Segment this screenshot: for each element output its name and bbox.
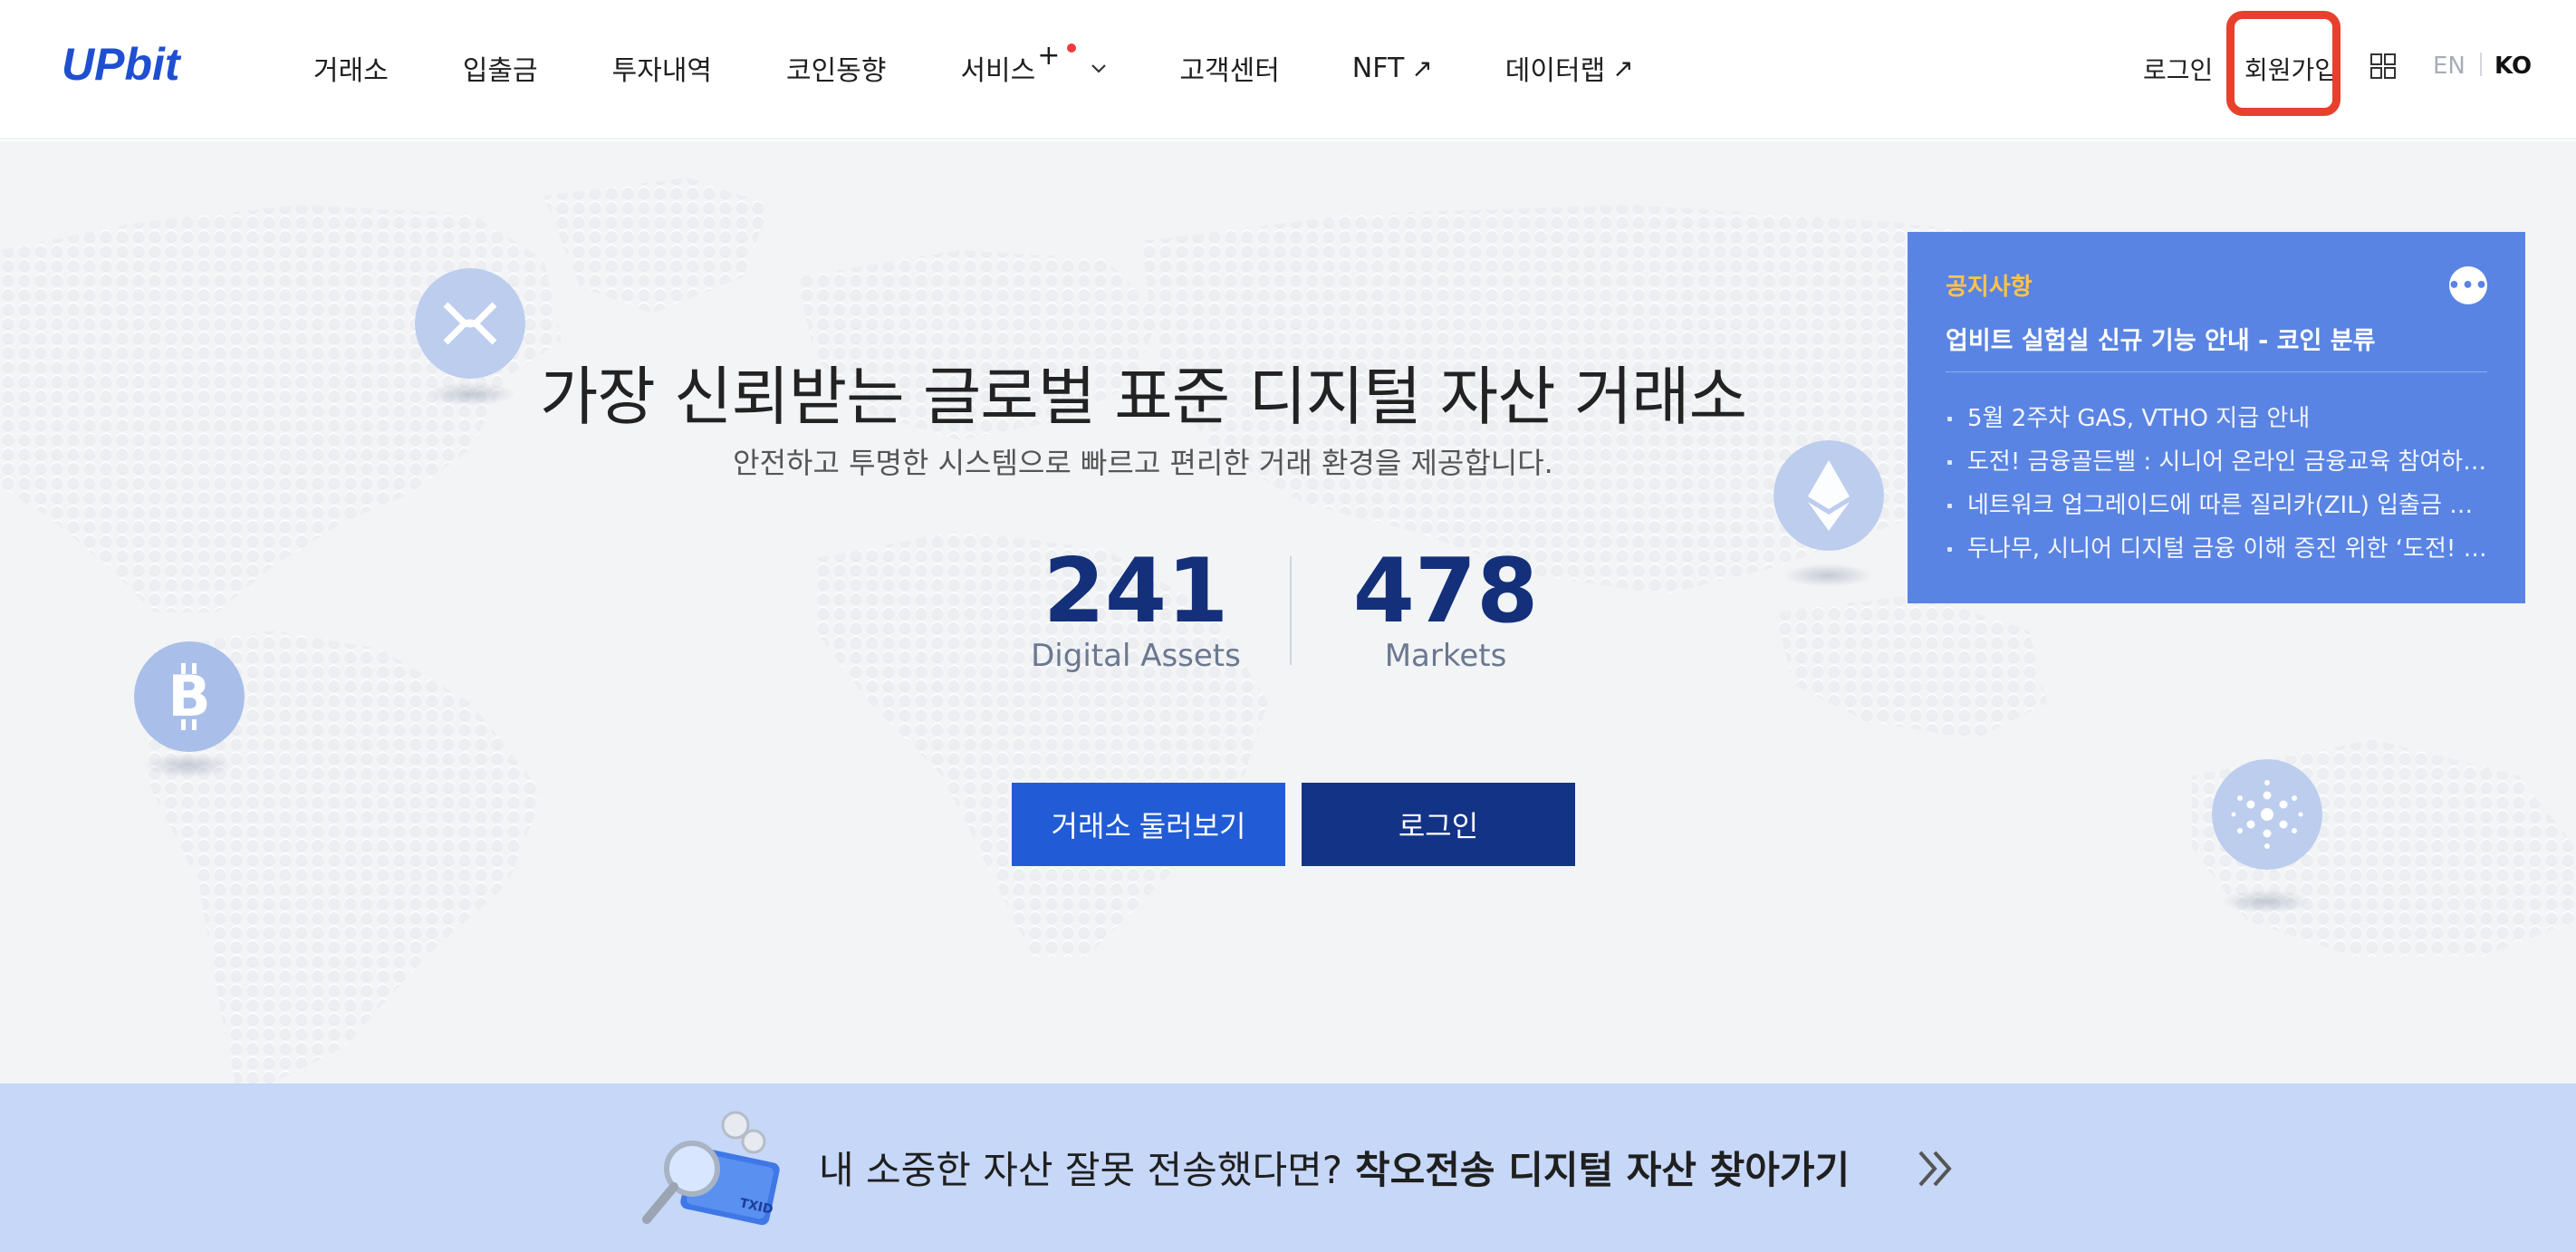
grid-icon[interactable] [2369, 53, 2397, 80]
svg-text:UPbit: UPbit [62, 40, 182, 87]
stat-divider [1290, 556, 1292, 665]
more-dots-icon[interactable]: ••• [2447, 266, 2488, 304]
nav-support-label: 고객센터 [1179, 55, 1280, 87]
notice-panel: 공지사항 ••• 업비트 실험실 신규 기능 안내 - 코인 분류 5월 2주차… [1908, 232, 2525, 603]
coin-shadow [2221, 890, 2312, 913]
notice-featured-item[interactable]: 업비트 실험실 신규 기능 안내 - 코인 분류 [1946, 321, 2375, 356]
banner-text: 내 소중한 자산 잘못 전송했다면? 착오전송 디지털 자산 찾아가기 [819, 1140, 1850, 1195]
main-nav: 거래소 입출금 투자내역 코인동향 서비스 + 고객센터 NFT ↗ 데이터랩 ↗ [272, 0, 1634, 136]
nav-coin-trends[interactable]: 코인동향 [786, 48, 886, 88]
mistransfer-banner[interactable]: TXID 내 소중한 자산 잘못 전송했다면? 착오전송 디지털 자산 찾아가기 [0, 1083, 2576, 1252]
nav-coin-trends-label: 코인동향 [786, 55, 887, 87]
nav-deposit-label: 입출금 [462, 55, 538, 87]
nav-services-label: 서비스 [960, 55, 1036, 87]
nav-datalab-label: 데이터랩 [1504, 55, 1606, 87]
cardano-coin-icon [2212, 759, 2322, 870]
stat-markets-label: Markets [1384, 638, 1507, 674]
nav-services-plus: + [1037, 39, 1061, 72]
stat-markets-value: 478 [1352, 540, 1539, 643]
magnifier-card-illustration: TXID [642, 1111, 780, 1226]
notice-item[interactable]: 5월 2주차 GAS, VTHO 지급 안내 [1946, 397, 2489, 440]
notice-item[interactable]: 네트워크 업그레이드에 따른 질리카(ZIL) 입출금 일시... [1946, 484, 2489, 527]
nav-nft-label: NFT [1351, 52, 1405, 84]
nav-support[interactable]: 고객센터 [1179, 48, 1279, 88]
nav-investments[interactable]: 투자내역 [612, 48, 712, 88]
notice-list: 5월 2주차 GAS, VTHO 지급 안내 도전! 금융골든벨 : 시니어 온… [1946, 397, 2489, 571]
nav-datalab[interactable]: 데이터랩 ↗ [1505, 48, 1634, 88]
hero-section: B 가장 신뢰받는 글로벌 표준 디지털 자산 거래소 안전하고 투명한 시스템… [0, 141, 2576, 1083]
lang-ko-toggle[interactable]: KO [2494, 53, 2532, 80]
notice-divider [1946, 371, 2487, 372]
hero-subtitle-text: 안전하고 투명한 시스템으로 빠르고 편리한 거래 환경을 제공합니다. [733, 446, 1553, 480]
hero-title-text: 가장 신뢰받는 글로벌 표준 디지털 자산 거래소 [539, 360, 1747, 434]
explore-exchange-button[interactable]: 거래소 둘러보기 [1012, 783, 1285, 866]
external-link-icon: ↗ [1411, 53, 1433, 83]
nav-services[interactable]: 서비스 + [960, 40, 1107, 88]
notice-item[interactable]: 도전! 금융골든벨 : 시니어 온라인 금융교육 참여하고 ... [1946, 440, 2489, 484]
stat-digital-assets-label: Digital Assets [1031, 638, 1241, 674]
external-link-icon: ↗ [1612, 53, 1634, 83]
new-badge-dot [1067, 43, 1077, 53]
nav-exchange-label: 거래소 [313, 55, 389, 87]
nav-exchange[interactable]: 거래소 [313, 48, 389, 88]
svg-text:B: B [168, 663, 210, 729]
hero-login-button[interactable]: 로그인 [1302, 783, 1575, 866]
double-chevron-right-icon[interactable] [1917, 1147, 1955, 1190]
stat-digital-assets-value: 241 [1043, 540, 1229, 643]
coin-shadow [1783, 563, 1873, 587]
header-login-link[interactable]: 로그인 [2143, 51, 2213, 87]
coin-shadow [143, 754, 234, 777]
notice-heading: 공지사항 [1946, 274, 2033, 301]
banner-text-normal: 내 소중한 자산 잘못 전송했다면? [819, 1148, 1343, 1192]
notice-item[interactable]: 두나무, 시니어 디지털 금융 이해 증진 위한 ‘도전! 금... [1946, 527, 2489, 571]
signup-highlight-annotation [2226, 11, 2341, 116]
chevron-down-icon [1091, 64, 1107, 73]
banner-text-bold: 착오전송 디지털 자산 찾아가기 [1355, 1148, 1850, 1192]
lang-separator [2480, 53, 2482, 76]
nav-nft[interactable]: NFT ↗ [1352, 53, 1433, 84]
lang-en-toggle[interactable]: EN [2433, 53, 2465, 80]
site-header: UPbit 거래소 입출금 투자내역 코인동향 서비스 + 고객센터 NFT ↗ 데… [0, 0, 2576, 140]
bitcoin-coin-icon: B [134, 641, 245, 752]
nav-deposit[interactable]: 입출금 [463, 48, 538, 88]
upbit-logo[interactable]: UPbit [62, 40, 208, 87]
nav-investments-label: 투자내역 [611, 55, 713, 87]
